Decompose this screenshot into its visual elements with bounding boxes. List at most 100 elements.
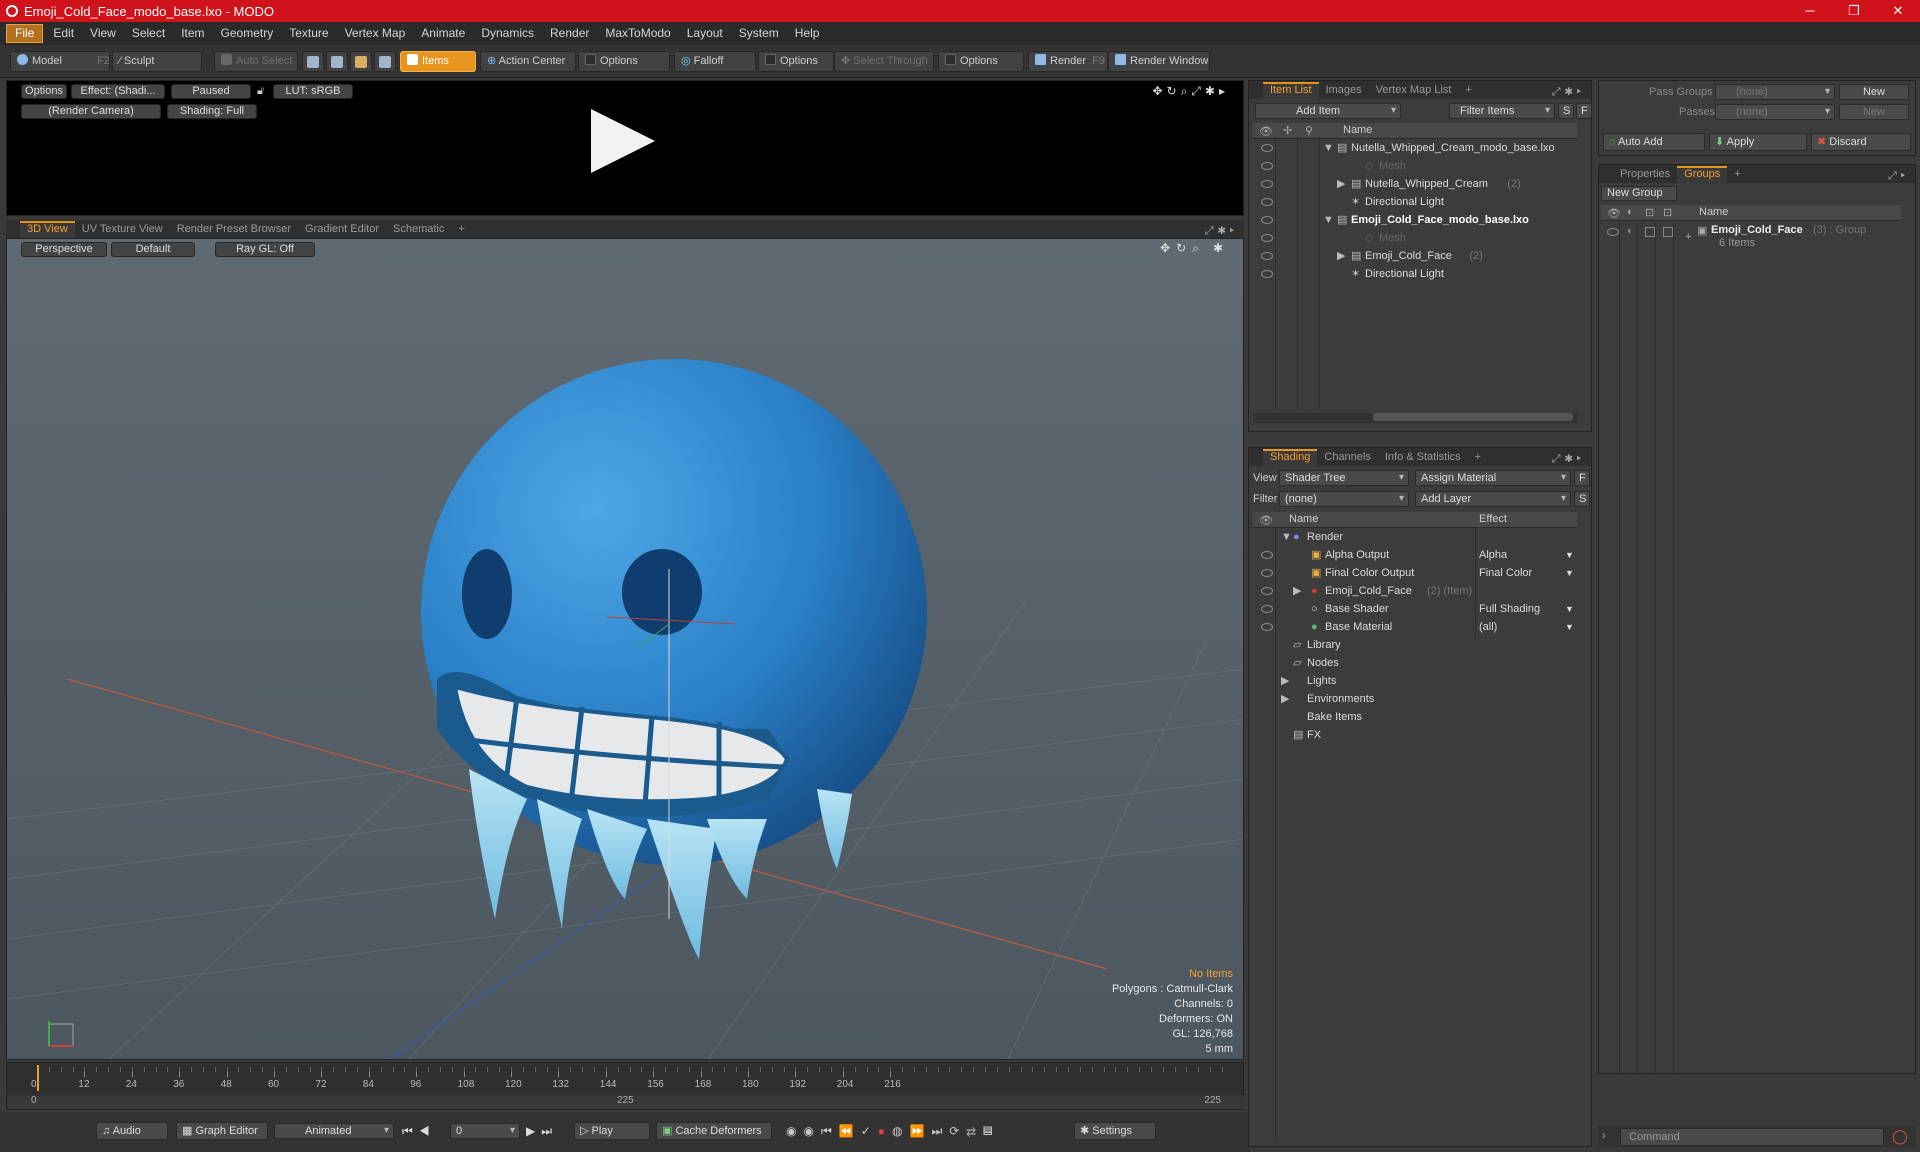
panel-controls[interactable]: ⤢✱▸ (1552, 453, 1585, 466)
close-button[interactable]: ✕ (1876, 0, 1920, 22)
loop-icon[interactable]: ⟳ (949, 1124, 966, 1138)
select-checkbox[interactable] (1663, 227, 1673, 237)
effect-dropdown-icon[interactable]: ▼ (1565, 600, 1574, 618)
play-button[interactable]: ▷ Play (574, 1122, 650, 1140)
frame-field[interactable]: 0 (450, 1123, 520, 1139)
select-through-button[interactable]: ✥ Select Through (834, 51, 934, 72)
tab-uv-texture-view[interactable]: UV Texture View (75, 221, 170, 238)
effect-column-header[interactable]: Effect (1479, 513, 1507, 525)
viewport-view-controls[interactable]: ✥↻⌕ ✱ (1160, 241, 1229, 256)
sync-icon[interactable]: ⇄ (966, 1124, 983, 1138)
add-tab-icon[interactable]: + (1458, 82, 1478, 99)
edges-mode-button[interactable] (326, 51, 348, 72)
shading-dropdown[interactable]: Shading: Full (167, 104, 257, 119)
key-set-icon[interactable]: ✓ (861, 1124, 878, 1138)
new-pass-group-button[interactable]: New (1839, 84, 1909, 100)
render-button[interactable]: Render F9 (1028, 51, 1108, 72)
visibility-icon[interactable] (1607, 228, 1619, 236)
tab-images[interactable]: Images (1319, 82, 1369, 99)
timeline[interactable]: 0 12 24 36 48 60 72 84 96 108 120 132 144 156 168 180 19… (6, 1062, 1245, 1110)
tab-properties[interactable]: Properties (1613, 166, 1677, 183)
3d-viewport[interactable]: Perspective Default Ray GL: Off ✥↻⌕ ✱ No … (6, 238, 1244, 1060)
preview-view-controls[interactable]: ✥↻⌕⤢✱▸ (1152, 84, 1229, 99)
next-icon[interactable]: ⏩ (910, 1124, 932, 1138)
key-icon[interactable]: ◉ (786, 1124, 803, 1138)
arrow-right-icon[interactable]: ▸ (1219, 84, 1229, 98)
visibility-icon[interactable] (1261, 216, 1273, 224)
panel-controls[interactable]: ⤢▸ (1888, 170, 1909, 183)
last-frame-icon[interactable]: ⏭ (541, 1124, 558, 1138)
auto-select-button[interactable]: Auto Select (214, 51, 298, 72)
item-s-button[interactable]: S (1558, 103, 1574, 119)
preview-effect-dropdown[interactable]: Effect: (Shadi... (71, 84, 165, 99)
next-key-icon[interactable]: ▶ (526, 1124, 541, 1138)
visibility-icon[interactable] (1261, 587, 1273, 595)
shading-s-button[interactable]: S (1574, 491, 1590, 507)
command-input[interactable]: Command (1620, 1128, 1884, 1146)
playhead[interactable] (37, 1065, 39, 1091)
shader-row[interactable]: ▱ Library (1253, 636, 1577, 654)
visibility-icon[interactable] (1261, 144, 1273, 152)
prev-key-icon[interactable]: ⏮ (821, 1124, 839, 1138)
tab-groups[interactable]: Groups (1677, 166, 1728, 183)
visibility-icon[interactable] (1261, 252, 1273, 260)
menu-dynamics[interactable]: Dynamics (473, 22, 542, 45)
transport-forward-controls[interactable]: ▶⏭ (526, 1124, 558, 1139)
key-icon[interactable]: ◉ (803, 1124, 820, 1138)
visibility-icon[interactable] (1261, 180, 1273, 188)
effect-value[interactable]: Alpha (1479, 546, 1507, 564)
name-column-header[interactable]: Name (1289, 513, 1318, 525)
menu-animate[interactable]: Animate (413, 22, 473, 45)
shader-row[interactable]: ▶ Lights (1253, 672, 1577, 690)
collapse-arrow-icon[interactable]: ▼ (1281, 528, 1292, 546)
model-mode-button[interactable]: Model F2 (10, 51, 110, 72)
expand-arrow-icon[interactable]: ▶ (1337, 175, 1345, 193)
first-frame-icon[interactable]: ⏮ (402, 1124, 419, 1138)
item-row[interactable]: ◇ Mesh (1253, 157, 1577, 175)
lock-checkbox[interactable] (1645, 227, 1655, 237)
apply-button[interactable]: ⬇ Apply (1709, 133, 1807, 151)
item-row[interactable]: ▼ ▤ Emoji_Cold_Face_modo_base.lxo (1253, 211, 1577, 229)
effect-value[interactable]: (all) (1479, 618, 1497, 636)
shader-row[interactable]: ▶ ● Emoji_Cold_Face (2) (Item) (1253, 582, 1577, 600)
audio-button[interactable]: ♫ Audio (96, 1122, 168, 1140)
tab-vertex-map-list[interactable]: Vertex Map List (1369, 82, 1459, 99)
menu-vertex-map[interactable]: Vertex Map (337, 22, 414, 45)
lut-dropdown[interactable]: LUT: sRGB (273, 84, 353, 99)
move-icon[interactable]: ✥ (1160, 241, 1176, 255)
shader-row[interactable]: ▶ Environments (1253, 690, 1577, 708)
shader-row[interactable]: ▣ Final Color Output Final Color ▼ (1253, 564, 1577, 582)
add-tab-icon[interactable]: + (1727, 166, 1747, 183)
graph-editor-button[interactable]: ▦ Graph Editor (176, 1122, 268, 1140)
visibility-icon[interactable] (1261, 234, 1273, 242)
sculpt-mode-button[interactable]: ⁄ Sculpt (112, 51, 202, 72)
auto-add-button[interactable]: ◌ Auto Add (1603, 133, 1705, 151)
transport-back-controls[interactable]: ⏮◀ (402, 1124, 436, 1139)
collapse-arrow-icon[interactable]: ▼ (1323, 139, 1334, 157)
move-icon[interactable]: ✥ (1152, 84, 1166, 98)
falloff-button[interactable]: ◎ Falloff (674, 51, 756, 72)
shader-row[interactable]: ▱ Nodes (1253, 654, 1577, 672)
expand-arrow-icon[interactable]: ▶ (1337, 247, 1345, 265)
effect-dropdown-icon[interactable]: ▼ (1565, 618, 1574, 636)
menu-view[interactable]: View (82, 22, 124, 45)
menu-render[interactable]: Render (542, 22, 597, 45)
add-tab-icon[interactable]: + (451, 221, 471, 238)
play-icon[interactable] (591, 109, 655, 173)
discard-button[interactable]: ✖ Discard (1811, 133, 1911, 151)
item-row[interactable]: ▶ ▤ Nutella_Whipped_Cream (2) (1253, 175, 1577, 193)
new-pass-button[interactable]: New (1839, 104, 1909, 120)
panel-controls[interactable]: ⤢✱▸ (1205, 225, 1238, 238)
item-row[interactable]: ✶ Directional Light (1253, 193, 1577, 211)
render-window-button[interactable]: Render Window (1108, 51, 1210, 72)
prev-icon[interactable]: ⏪ (839, 1124, 861, 1138)
tab-info-statistics[interactable]: Info & Statistics (1378, 449, 1468, 466)
cache-deformers-button[interactable]: ▣ Cache Deformers (656, 1122, 772, 1140)
preview-options-button[interactable]: Options (21, 84, 67, 99)
item-row[interactable]: ▼ ▤ Nutella_Whipped_Cream_modo_base.lxo (1253, 139, 1577, 157)
menu-maxtomodo[interactable]: MaxToModo (597, 22, 678, 45)
default-style-dropdown[interactable]: Default (111, 242, 195, 257)
render-camera-dropdown[interactable]: (Render Camera) (21, 104, 161, 119)
options-icon[interactable]: ▤ (983, 1124, 1000, 1138)
zoom-icon[interactable]: ⌕ (1181, 84, 1192, 98)
